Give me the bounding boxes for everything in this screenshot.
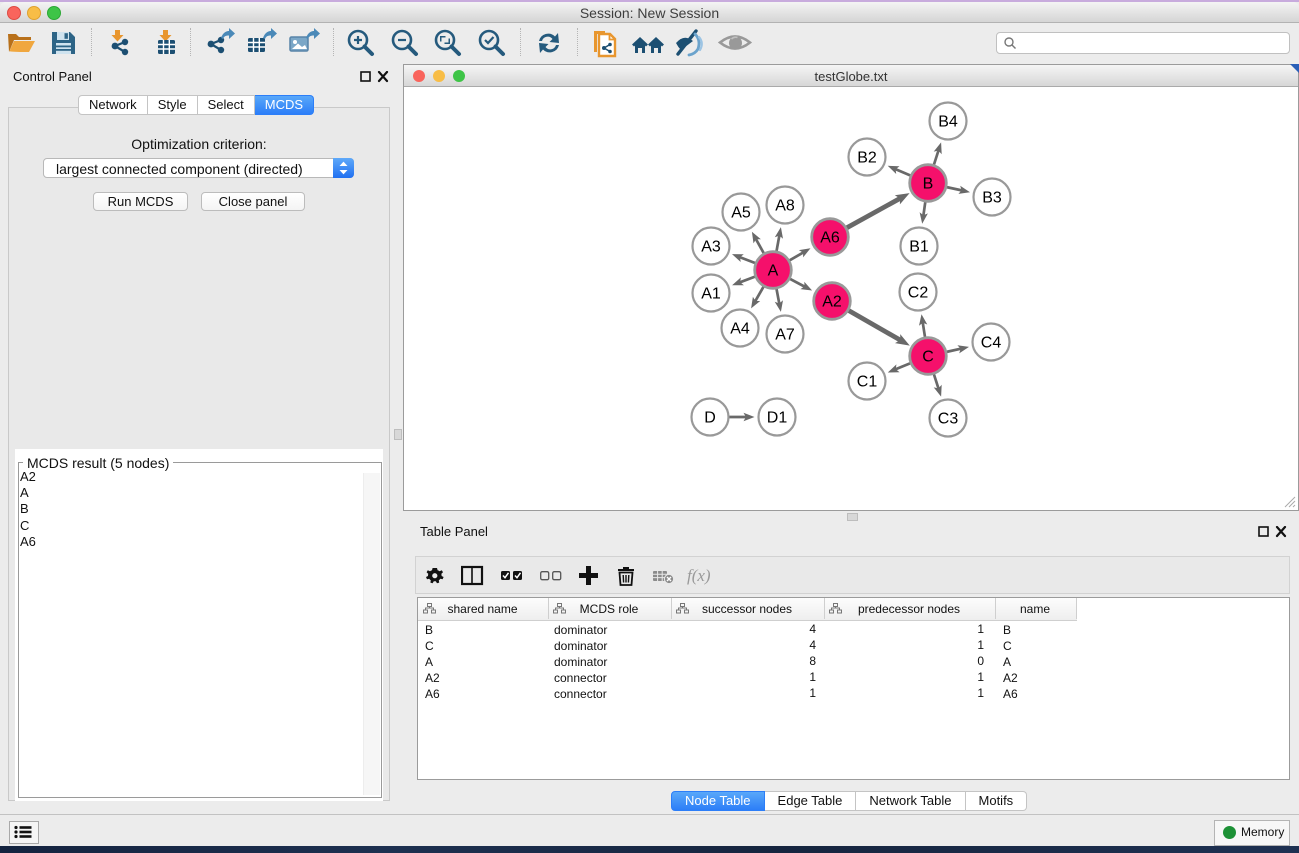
svg-text:A5: A5 bbox=[731, 205, 751, 222]
svg-text:A2: A2 bbox=[822, 294, 842, 311]
svg-text:B: B bbox=[923, 176, 934, 193]
svg-text:B2: B2 bbox=[857, 150, 877, 167]
svg-text:A7: A7 bbox=[775, 327, 795, 344]
svg-text:C1: C1 bbox=[857, 374, 878, 391]
svg-text:B1: B1 bbox=[909, 239, 929, 256]
svg-text:A8: A8 bbox=[775, 198, 795, 215]
svg-text:A1: A1 bbox=[701, 286, 721, 303]
svg-text:C: C bbox=[922, 349, 934, 366]
svg-text:D: D bbox=[704, 410, 716, 427]
svg-text:B3: B3 bbox=[982, 190, 1002, 207]
svg-text:A4: A4 bbox=[730, 321, 750, 338]
svg-text:D1: D1 bbox=[767, 410, 788, 427]
svg-text:B4: B4 bbox=[938, 114, 958, 131]
svg-text:A6: A6 bbox=[820, 230, 840, 247]
svg-text:C4: C4 bbox=[981, 335, 1002, 352]
svg-text:A: A bbox=[768, 263, 779, 280]
svg-text:A3: A3 bbox=[701, 239, 721, 256]
svg-text:f(x): f(x) bbox=[687, 566, 711, 585]
svg-text:C2: C2 bbox=[908, 285, 929, 302]
svg-text:C3: C3 bbox=[938, 411, 959, 428]
